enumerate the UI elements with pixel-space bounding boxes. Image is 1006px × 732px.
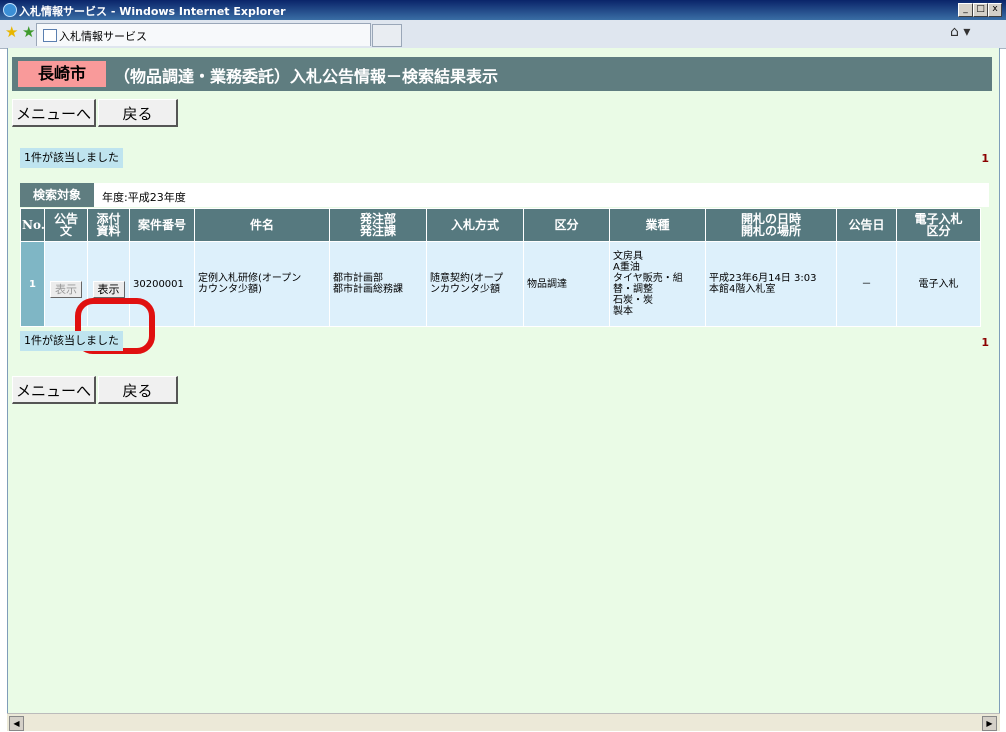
window-title: 入札情報サービス - Windows Internet Explorer [19,5,286,18]
cell-notice-date: － [836,241,897,327]
cell-subject[interactable]: 定例入札研修(オープン カウンタ少額) [194,241,330,327]
horizontal-scrollbar[interactable]: ◀ ▶ [7,713,1000,731]
header-notice: 公告 文 [44,208,88,242]
maximize-button[interactable]: □ [973,3,988,17]
menu-button-top[interactable]: メニューへ [12,99,96,127]
attachment-view-button[interactable]: 表示 [92,281,125,298]
page-header: 長崎市 （物品調達・業務委託）入札公告情報－検索結果表示 [12,57,992,91]
notice-view-button[interactable]: 表示 [50,281,82,298]
tab-bar: ★ ★ 入札情報サービス ⌂ ▾ [0,20,1006,49]
cell-no: 1 [20,241,45,327]
home-icon[interactable]: ⌂ ▾ [950,24,988,44]
header-category: 区分 [523,208,610,242]
header-notice-date: 公告日 [836,208,897,242]
new-tab-button[interactable] [372,24,402,47]
header-method: 入札方式 [426,208,524,242]
header-industry: 業種 [609,208,706,242]
search-target-label: 検索対象 [20,183,94,207]
city-label: 長崎市 [18,61,106,87]
back-button-bottom[interactable]: 戻る [98,376,178,404]
page-title: （物品調達・業務委託）入札公告情報－検索結果表示 [114,67,499,86]
result-count-top: 1件が該当しました [20,148,123,168]
header-e-bid: 電子入札 区分 [896,208,981,242]
close-button[interactable]: x [988,3,1002,17]
result-count-right-bottom: 1 [981,336,989,349]
cell-attachment: 表示 [87,241,130,327]
ie-icon [3,3,17,17]
header-no: No. [20,208,45,242]
cell-category: 物品調達 [523,241,610,327]
header-opening: 開札の日時 開札の場所 [705,208,837,242]
scroll-right-icon[interactable]: ▶ [982,716,997,731]
result-count-bottom: 1件が該当しました [20,331,123,351]
table-header-row: No. 公告 文 添付 資料 案件番号 件名 発注部 発注課 入札方式 区分 業… [20,208,981,242]
header-department: 発注部 発注課 [329,208,427,242]
cell-industry: 文房具 A重油 タイヤ販売・組 替・調整 石炭・炭 製本 [609,241,706,327]
favorites-star-icon[interactable]: ★ [5,25,18,40]
tab-label: 入札情報サービス [59,30,147,43]
menu-button-bottom[interactable]: メニューへ [12,376,96,404]
cell-method: 随意契約(オープ ンカウンタ少額 [426,241,524,327]
cell-department: 都市計画部 都市計画総務課 [329,241,427,327]
tab-bid-info[interactable]: 入札情報サービス [36,23,371,46]
cell-case-number: 30200001 [129,241,195,327]
scroll-left-icon[interactable]: ◀ [9,716,24,731]
table-row: 1 表示 表示 30200001 定例入札研修(オープン カウンタ少額) 都市計… [20,241,981,327]
window-title-bar: 入札情報サービス - Windows Internet Explorer _ □… [0,0,1006,20]
cell-e-bid: 電子入札 [896,241,981,327]
cell-opening: 平成23年6月14日 3:03 本館4階入札室 [705,241,837,327]
add-favorites-icon[interactable]: ★ [22,25,35,40]
header-subject: 件名 [194,208,330,242]
page-content: 長崎市 （物品調達・業務委託）入札公告情報－検索結果表示 メニューへ 戻る 1件… [7,48,1000,713]
cell-notice: 表示 [44,241,88,327]
page-favicon-icon [43,29,57,42]
results-table: No. 公告 文 添付 資料 案件番号 件名 発注部 発注課 入札方式 区分 業… [20,208,981,327]
search-target-bar: 検索対象 年度:平成23年度 [20,183,989,207]
result-count-right-top: 1 [981,152,989,165]
minimize-button[interactable]: _ [958,3,973,17]
header-case-number: 案件番号 [129,208,195,242]
back-button-top[interactable]: 戻る [98,99,178,127]
header-attachment: 添付 資料 [87,208,130,242]
search-target-value: 年度:平成23年度 [102,191,186,204]
